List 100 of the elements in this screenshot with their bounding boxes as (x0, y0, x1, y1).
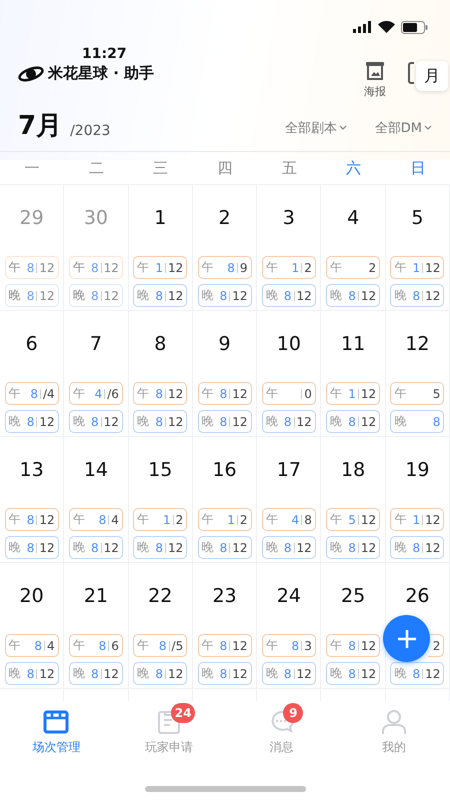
booked-count: 8 (284, 540, 292, 554)
noon-session-tag[interactable]: 午 5 (390, 382, 444, 405)
noon-session-tag[interactable]: 午 1 12 (390, 508, 444, 531)
evening-session-tag[interactable]: 晚 8 12 (326, 662, 380, 685)
noon-session-tag[interactable]: 午 8 9 (198, 256, 252, 279)
signal-icon (353, 21, 372, 33)
evening-session-tag[interactable]: 晚 8 12 (133, 662, 188, 685)
view-toggle-button[interactable]: 月 (416, 61, 448, 91)
capacity-count: 12 (39, 288, 55, 302)
day-cell[interactable]: 19 午 1 12 晚 8 12 (386, 437, 450, 563)
day-cell[interactable]: 5 午 1 12 晚 8 12 (386, 185, 450, 311)
capacity-count: 12 (232, 414, 248, 428)
noon-session-tag[interactable]: 午 8 12 (133, 382, 188, 405)
noon-session-tag[interactable]: 午 8 4 (68, 508, 123, 531)
evening-session-tag[interactable]: 晚 8 12 (262, 410, 316, 433)
noon-session-tag[interactable]: 午 1 2 (262, 256, 316, 279)
day-cell[interactable]: 13 午 8 12 晚 8 12 (0, 437, 64, 563)
day-cell[interactable]: 15 午 1 2 晚 8 12 (128, 437, 193, 563)
day-cell[interactable]: 21 午 8 6 晚 8 12 (64, 563, 129, 689)
evening-session-tag[interactable]: 晚 8 12 (326, 410, 380, 433)
noon-session-tag[interactable]: 午 4 /6 (68, 382, 123, 405)
day-cell[interactable]: 8 午 8 12 晚 8 12 (128, 311, 193, 437)
day-number: 17 (276, 459, 301, 483)
noon-session-tag[interactable]: 午 5 12 (326, 508, 380, 531)
evening-session-tag[interactable]: 晚 8 12 (326, 536, 380, 559)
capacity-count: /5 (172, 638, 184, 652)
evening-session-tag[interactable]: 晚 8 12 (4, 410, 59, 433)
day-cell[interactable]: 24 午 8 3 晚 8 12 (257, 563, 322, 689)
session-label: 晚 (330, 539, 342, 556)
noon-session-tag[interactable]: 午 1 12 (390, 256, 444, 279)
filter-dropdown[interactable]: 全部剧本 (284, 119, 347, 137)
poster-button[interactable]: 海报 (364, 60, 386, 99)
evening-session-tag[interactable]: 晚 8 12 (326, 284, 380, 307)
day-cell[interactable]: 9 午 8 12 晚 8 12 (192, 311, 258, 437)
evening-session-tag[interactable]: 晚 8 12 (390, 662, 444, 685)
capacity-count: 3 (304, 638, 312, 652)
evening-session-tag[interactable]: 晚 8 12 (198, 662, 252, 685)
day-cell[interactable]: 4 午 2 晚 8 12 (321, 185, 386, 311)
day-cell[interactable]: 20 午 8 4 晚 8 12 (0, 563, 64, 689)
noon-session-tag[interactable]: 午 1 2 (133, 508, 188, 531)
evening-session-tag[interactable]: 晚 8 12 (198, 410, 252, 433)
day-cell[interactable]: 18 午 5 12 晚 8 12 (321, 437, 386, 563)
evening-session-tag[interactable]: 晚 8 12 (262, 662, 316, 685)
day-number: 11 (341, 333, 366, 357)
tab-bar-item[interactable]: 场次管理 (0, 703, 112, 756)
evening-session-tag[interactable]: 晚 8 12 (68, 410, 123, 433)
day-cell[interactable]: 7 午 4 /6 晚 8 12 (64, 311, 129, 437)
day-number: 18 (341, 459, 366, 483)
day-cell[interactable]: 22 午 8 /5 晚 8 12 (128, 563, 193, 689)
evening-session-tag[interactable]: 晚 8 12 (198, 284, 252, 307)
booked-count: 8 (91, 666, 99, 680)
evening-session-tag[interactable]: 晚 8 12 (133, 536, 188, 559)
noon-session-tag[interactable]: 午 8 12 (198, 634, 252, 657)
day-cell[interactable]: 6 午 8 /4 晚 8 12 (0, 311, 64, 437)
evening-session-tag[interactable]: 晚 8 12 (390, 284, 444, 307)
session-label: 午 (8, 511, 21, 528)
noon-session-tag[interactable]: 午 1 12 (326, 382, 380, 405)
filter-dropdown[interactable]: 全部DM (374, 119, 432, 137)
day-cell[interactable]: 14 午 8 4 晚 8 12 (64, 437, 129, 563)
noon-session-tag[interactable]: 午 8 12 (4, 508, 59, 531)
capacity-count: 12 (425, 288, 440, 302)
day-cell[interactable]: 23 午 8 12 晚 8 12 (192, 563, 258, 689)
noon-session-tag[interactable]: 午 1 12 (133, 256, 188, 279)
evening-session-tag[interactable]: 晚 8 12 (4, 662, 59, 685)
evening-session-tag[interactable]: 晚 8 12 (133, 410, 188, 433)
noon-session-tag[interactable]: 午 8 12 (198, 382, 252, 405)
evening-session-tag[interactable]: 晚 8 12 (4, 536, 59, 559)
day-number: 13 (20, 459, 44, 483)
evening-session-tag[interactable]: 晚 8 12 (68, 662, 123, 685)
session-label: 午 (394, 259, 406, 276)
booked-count: 8 (348, 540, 356, 554)
evening-session-tag[interactable]: 晚 8 12 (68, 536, 123, 559)
day-cell[interactable]: 16 午 1 2 晚 8 12 (192, 437, 258, 563)
noon-session-tag[interactable]: 午 4 8 (262, 508, 316, 531)
day-cell[interactable]: 12 午 5 晚 8 (386, 311, 450, 437)
evening-session-tag[interactable]: 晚 8 12 (262, 536, 316, 559)
evening-session-tag[interactable]: 晚 8 12 (390, 536, 444, 559)
evening-session-tag[interactable]: 晚 8 12 (198, 536, 252, 559)
day-cell[interactable]: 11 午 1 12 晚 8 12 (321, 311, 386, 437)
noon-session-tag[interactable]: 午 2 (326, 256, 380, 279)
noon-session-tag[interactable]: 午 1 2 (198, 508, 252, 531)
noon-session-tag[interactable]: 午 8 3 (262, 634, 316, 657)
noon-session-tag[interactable]: 午 8 6 (68, 634, 123, 657)
capacity-count: 12 (232, 386, 248, 400)
day-cell[interactable]: 1 午 1 12 晚 8 12 (128, 185, 193, 311)
noon-session-tag[interactable]: 午 8 /4 (4, 382, 59, 405)
month-title: 7月 (18, 113, 62, 139)
day-cell[interactable]: 17 午 4 8 晚 8 12 (257, 437, 322, 563)
noon-session-tag[interactable]: 午 0 (262, 382, 316, 405)
evening-session-tag[interactable]: 晚 8 12 (262, 284, 316, 307)
day-cell[interactable]: 2 午 8 9 晚 8 12 (192, 185, 258, 311)
noon-session-tag[interactable]: 午 8 /5 (133, 634, 188, 657)
day-cell[interactable]: 3 午 1 2 晚 8 12 (257, 185, 322, 311)
day-cell[interactable]: 25 午 8 12 晚 8 12 (321, 563, 386, 689)
noon-session-tag[interactable]: 午 8 12 (326, 634, 380, 657)
noon-session-tag[interactable]: 午 8 4 (4, 634, 59, 657)
evening-session-tag[interactable]: 晚 8 12 (133, 284, 188, 307)
day-cell[interactable]: 10 午 0 晚 8 12 (257, 311, 322, 437)
add-button[interactable] (383, 615, 430, 662)
booked-count: 8 (348, 666, 356, 680)
